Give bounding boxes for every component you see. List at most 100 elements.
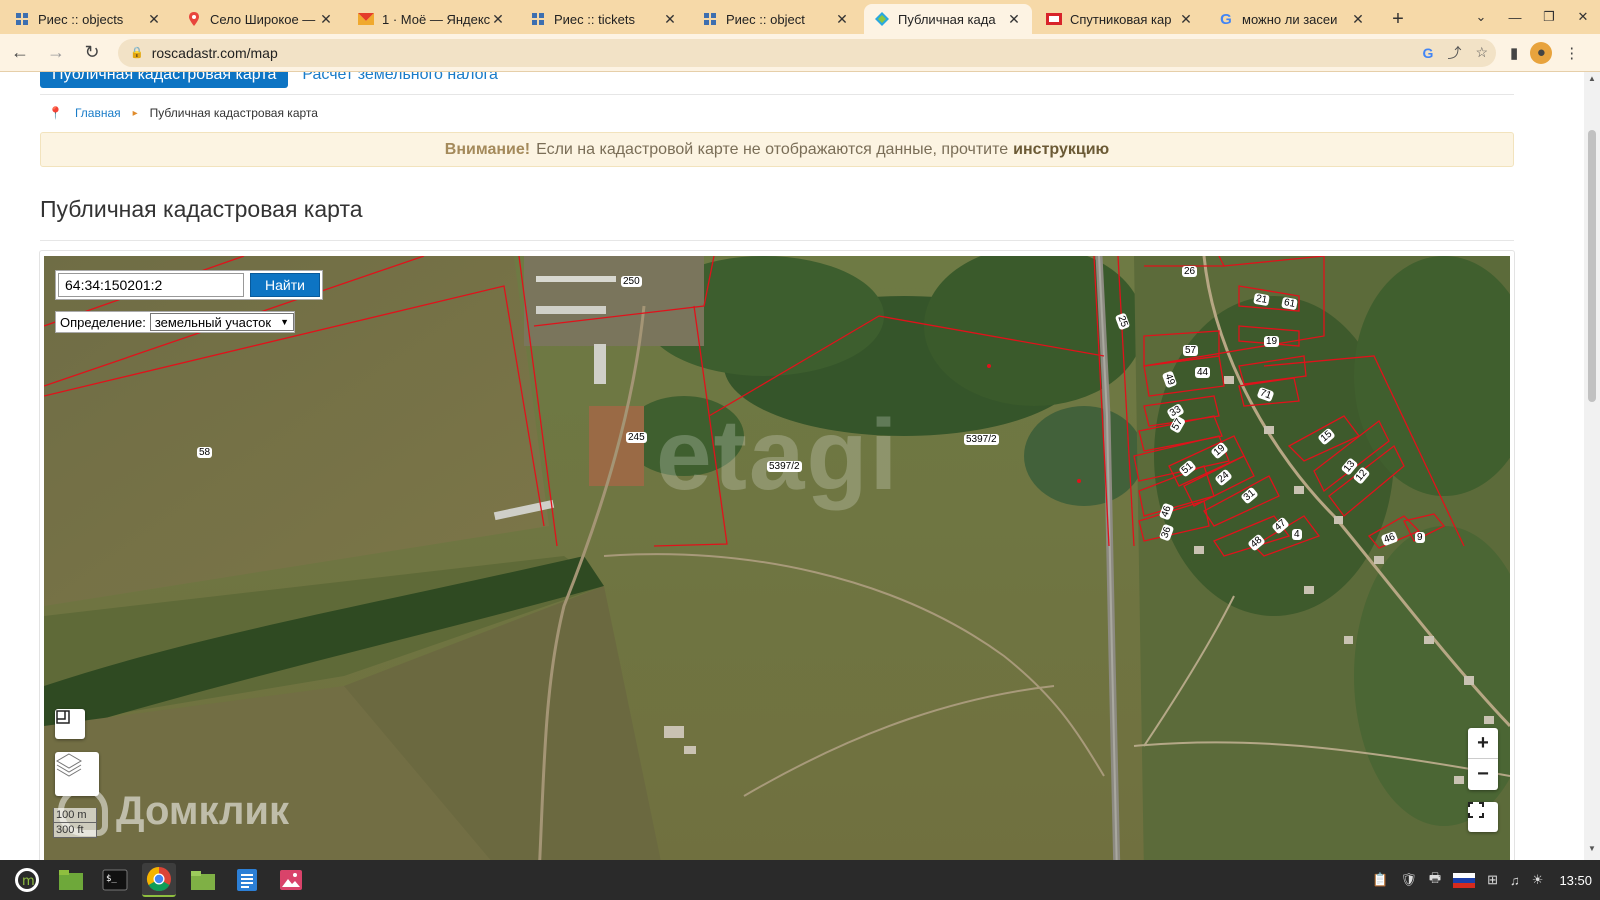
keyboard-layout-ru-icon[interactable] (1453, 872, 1476, 888)
tab-2[interactable]: Село Широкое — ✕ (176, 4, 344, 34)
shield-icon[interactable]: 🛡 (1400, 872, 1417, 888)
address-bar[interactable]: 🔒 roscadastr.com/map G ⤴ ☆ (118, 38, 1496, 67)
scale-imperial: 300 ft (53, 823, 97, 838)
sound-icon[interactable]: ♫ (1510, 873, 1520, 888)
zoom-out-button[interactable]: − (1468, 759, 1498, 790)
grid-favicon-icon (702, 11, 718, 27)
side-panel-icon[interactable]: ▮ (1510, 44, 1518, 62)
url-text: roscadastr.com/map (151, 44, 278, 61)
page-scrollbar[interactable]: ▲ ▼ (1584, 72, 1600, 860)
parcel-label[interactable]: 250 (621, 276, 642, 287)
alert-text: Если на кадастровой карте не отображаютс… (536, 140, 1009, 158)
google-favicon-icon: G (1220, 10, 1232, 28)
clock[interactable]: 13:50 (1559, 873, 1592, 888)
tab-5[interactable]: Риес :: object ✕ (692, 4, 860, 34)
parcel-label[interactable]: 44 (1195, 367, 1211, 378)
tab-7[interactable]: Спутниковая кар ✕ (1036, 4, 1204, 34)
parcel-label[interactable]: 5397/2 (964, 434, 999, 445)
scroll-up-icon[interactable]: ▲ (1584, 74, 1600, 88)
close-tab-icon[interactable]: ✕ (1350, 11, 1366, 28)
parcel-label[interactable]: 9 (1415, 532, 1425, 543)
tab-title: можно ли засеи (1242, 11, 1338, 27)
address-bar-actions: G ⤴ ☆ (1423, 39, 1488, 67)
cadastral-search: Найти (55, 270, 323, 300)
browser-toolbar: ← → ↻ 🔒 roscadastr.com/map G ⤴ ☆ ▮ ● ⋮ (0, 34, 1600, 72)
text-editor-icon[interactable] (230, 863, 264, 897)
definition-select[interactable]: земельный участок ▼ (149, 313, 294, 331)
files-green-icon[interactable] (54, 863, 88, 897)
forward-icon[interactable]: → (40, 37, 72, 69)
close-tab-icon[interactable]: ✕ (834, 11, 850, 28)
menu-icon[interactable]: m (10, 863, 44, 897)
printer-icon[interactable]: 🖶 (1429, 869, 1441, 891)
measure-ruler-icon[interactable] (55, 709, 85, 739)
parcel-label[interactable]: 245 (626, 432, 647, 443)
close-tab-icon[interactable]: ✕ (1006, 11, 1022, 28)
image-viewer-icon[interactable] (274, 863, 308, 897)
scrollbar-thumb[interactable] (1588, 130, 1596, 402)
tab-6-active[interactable]: Публичная када ✕ (864, 4, 1032, 34)
window-controls: ⌄ — ❐ ✕ (1464, 0, 1600, 34)
menu-kebab-icon[interactable]: ⋮ (1564, 44, 1579, 62)
instruction-link[interactable]: инструкцию (1013, 141, 1109, 159)
tab-title: Риес :: object (726, 11, 805, 27)
cadastral-number-input[interactable] (58, 273, 244, 297)
location-pin-icon: 📍 (48, 106, 63, 120)
svg-text:$_: $_ (106, 874, 117, 884)
scroll-down-icon[interactable]: ▼ (1584, 844, 1600, 858)
maximize-icon[interactable]: ❐ (1532, 0, 1566, 34)
svg-text:m: m (22, 874, 35, 889)
toolbar-right: ▮ ● ⋮ (1510, 41, 1579, 64)
bookmark-star-icon[interactable]: ☆ (1475, 44, 1488, 61)
google-lens-icon[interactable]: G (1423, 45, 1434, 61)
profile-avatar[interactable]: ● (1530, 41, 1553, 64)
zoom-in-button[interactable]: + (1468, 728, 1498, 759)
parcel-label[interactable]: 4 (1292, 529, 1302, 540)
breadcrumb-arrow-icon: ▸ (132, 107, 138, 119)
parcel-label[interactable]: 61 (1281, 296, 1298, 311)
parcel-label[interactable]: 19 (1264, 336, 1280, 347)
breadcrumb-current: Публичная кадастровая карта (149, 106, 318, 120)
parcel-label[interactable]: 5397/2 (767, 461, 802, 472)
tab-4[interactable]: Риес :: tickets ✕ (520, 4, 688, 34)
tab-title: Село Широкое — (210, 11, 316, 27)
parcel-label[interactable]: 26 (1182, 266, 1198, 277)
clipboard-icon[interactable]: 📋 (1372, 872, 1388, 888)
definition-label: Определение: (60, 314, 146, 330)
close-window-icon[interactable]: ✕ (1566, 0, 1600, 34)
tab-3[interactable]: 1 · Моё — Яндекс ✕ (348, 4, 516, 34)
tab-search-icon[interactable]: ⌄ (1464, 0, 1498, 34)
close-tab-icon[interactable]: ✕ (490, 11, 506, 28)
tab-title: Риес :: objects (38, 11, 124, 27)
cadastre-favicon-icon (874, 11, 890, 27)
search-button[interactable]: Найти (250, 273, 320, 297)
network-icon[interactable]: ⊞ (1487, 872, 1498, 888)
tab-8[interactable]: G можно ли засеи ✕ (1208, 4, 1376, 34)
nav-cadastral-map[interactable]: Публичная кадастровая карта (40, 72, 289, 88)
folder-icon[interactable] (186, 863, 220, 897)
back-icon[interactable]: ← (4, 37, 36, 69)
parcel-label[interactable]: 58 (197, 447, 213, 458)
fullscreen-icon[interactable] (1468, 802, 1498, 832)
lock-icon[interactable]: 🔒 (130, 46, 144, 59)
parcel-label[interactable]: 57 (1183, 345, 1199, 356)
new-tab-button[interactable]: + (1384, 4, 1412, 34)
nav-land-tax[interactable]: Расчет земельного налога (302, 72, 498, 84)
chrome-icon[interactable] (142, 863, 176, 897)
close-tab-icon[interactable]: ✕ (1178, 11, 1194, 28)
alert-strong: Внимание! (444, 140, 531, 158)
mail-favicon-icon (358, 11, 374, 27)
terminal-icon[interactable]: $_ (98, 863, 132, 897)
parcel-label[interactable]: 21 (1253, 292, 1270, 307)
share-icon[interactable]: ⤴ (1447, 43, 1461, 63)
tab-strip: Риес :: objects ✕ Село Широкое — ✕ 1 · М… (0, 0, 1600, 34)
reload-icon[interactable]: ↻ (76, 37, 108, 69)
tab-1[interactable]: Риес :: objects ✕ (4, 4, 172, 34)
minimize-icon[interactable]: — (1498, 0, 1532, 34)
close-tab-icon[interactable]: ✕ (146, 11, 162, 28)
breadcrumb-home[interactable]: Главная (75, 106, 121, 120)
cadastral-map[interactable]: etagi 250 245 58 5397/2 5397/2 25 26 21 61 19 57 44… (44, 256, 1510, 876)
close-tab-icon[interactable]: ✕ (318, 11, 334, 28)
brightness-icon[interactable]: ☀ (1532, 872, 1544, 888)
close-tab-icon[interactable]: ✕ (662, 11, 678, 28)
